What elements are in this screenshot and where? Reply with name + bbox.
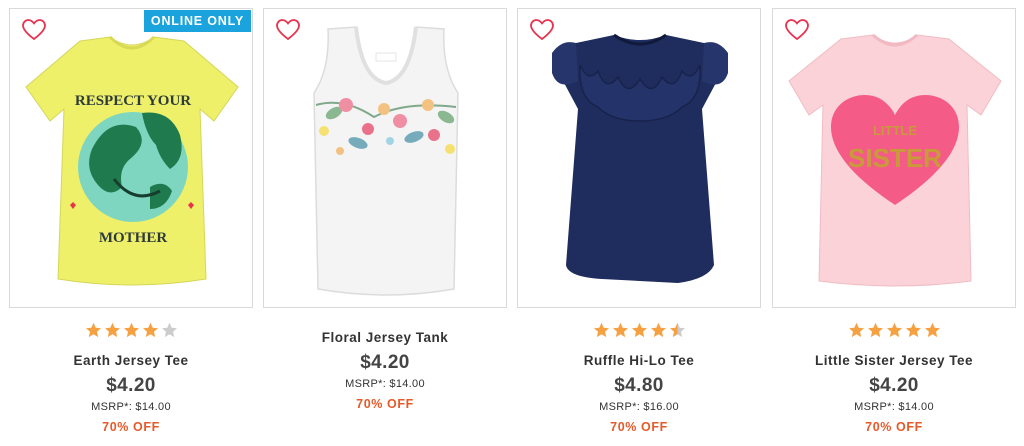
product-image-yellow-tee[interactable]: RESPECT YOUR MOTHER bbox=[10, 9, 253, 308]
product-name[interactable]: Earth Jersey Tee bbox=[9, 352, 253, 370]
star-filled-icon bbox=[104, 322, 120, 338]
product-image-frame[interactable] bbox=[263, 8, 507, 308]
star-filled-icon bbox=[650, 322, 666, 338]
shirt-print-text-top: LITTLE bbox=[873, 123, 917, 138]
product-name[interactable]: Floral Jersey Tank bbox=[263, 329, 507, 347]
product-msrp: MSRP*: $14.00 bbox=[854, 401, 934, 413]
star-rating bbox=[517, 322, 761, 342]
favorite-heart-icon[interactable] bbox=[530, 19, 554, 41]
product-price: $4.80 bbox=[614, 375, 664, 396]
star-filled-icon bbox=[612, 322, 628, 338]
star-filled-icon bbox=[631, 322, 647, 338]
star-filled-icon bbox=[905, 322, 921, 338]
star-rating bbox=[772, 322, 1016, 342]
online-only-badge: ONLINE ONLY bbox=[143, 10, 251, 32]
favorite-heart-icon[interactable] bbox=[785, 19, 809, 41]
product-image-navy-ruffle-tee[interactable] bbox=[518, 9, 761, 308]
star-empty-icon bbox=[161, 322, 177, 338]
favorite-heart-icon[interactable] bbox=[22, 19, 46, 41]
product-image-frame[interactable] bbox=[517, 8, 761, 308]
shirt-print-text-top: RESPECT YOUR bbox=[75, 93, 191, 109]
discount-label: 70% OFF bbox=[102, 420, 160, 434]
product-msrp: MSRP*: $14.00 bbox=[91, 401, 171, 413]
star-filled-icon bbox=[848, 322, 864, 338]
product-name[interactable]: Little Sister Jersey Tee bbox=[772, 352, 1016, 370]
product-price: $4.20 bbox=[360, 352, 410, 373]
discount-label: 70% OFF bbox=[356, 397, 414, 411]
shirt-print-text-bottom: MOTHER bbox=[99, 230, 168, 246]
product-card-ruffle-hi-lo-tee[interactable]: Ruffle Hi-Lo Tee $4.80 MSRP*: $16.00 70%… bbox=[517, 0, 763, 446]
discount-label: 70% OFF bbox=[610, 420, 668, 434]
star-filled-icon bbox=[123, 322, 139, 338]
product-card-earth-jersey-tee[interactable]: RESPECT YOUR MOTHER ONLINE ONLY Earth Je… bbox=[9, 0, 255, 446]
product-image-pink-heart-tee[interactable]: LITTLE SISTER bbox=[773, 9, 1016, 308]
star-filled-icon bbox=[924, 322, 940, 338]
star-filled-icon bbox=[886, 322, 902, 338]
product-image-frame[interactable]: LITTLE SISTER bbox=[772, 8, 1016, 308]
product-msrp: MSRP*: $16.00 bbox=[599, 401, 679, 413]
star-filled-icon bbox=[85, 322, 101, 338]
product-name[interactable]: Ruffle Hi-Lo Tee bbox=[517, 352, 761, 370]
discount-label: 70% OFF bbox=[865, 420, 923, 434]
star-filled-icon bbox=[142, 322, 158, 338]
star-filled-icon bbox=[593, 322, 609, 338]
product-card-floral-jersey-tank[interactable]: Floral Jersey Tank $4.20 MSRP*: $14.00 7… bbox=[263, 0, 509, 446]
star-rating bbox=[9, 322, 253, 342]
favorite-heart-icon[interactable] bbox=[276, 19, 300, 41]
product-card-little-sister-jersey-tee[interactable]: LITTLE SISTER Little Sister Jersey Tee $… bbox=[772, 0, 1018, 446]
product-price: $4.20 bbox=[869, 375, 919, 396]
product-image-white-tank[interactable] bbox=[264, 9, 507, 308]
shirt-print-text-bottom: SISTER bbox=[848, 143, 942, 173]
product-msrp: MSRP*: $14.00 bbox=[345, 378, 425, 390]
product-image-frame[interactable]: RESPECT YOUR MOTHER ONLINE ONLY bbox=[9, 8, 253, 308]
product-price: $4.20 bbox=[106, 375, 156, 396]
star-half-icon bbox=[669, 322, 685, 338]
star-filled-icon bbox=[867, 322, 883, 338]
